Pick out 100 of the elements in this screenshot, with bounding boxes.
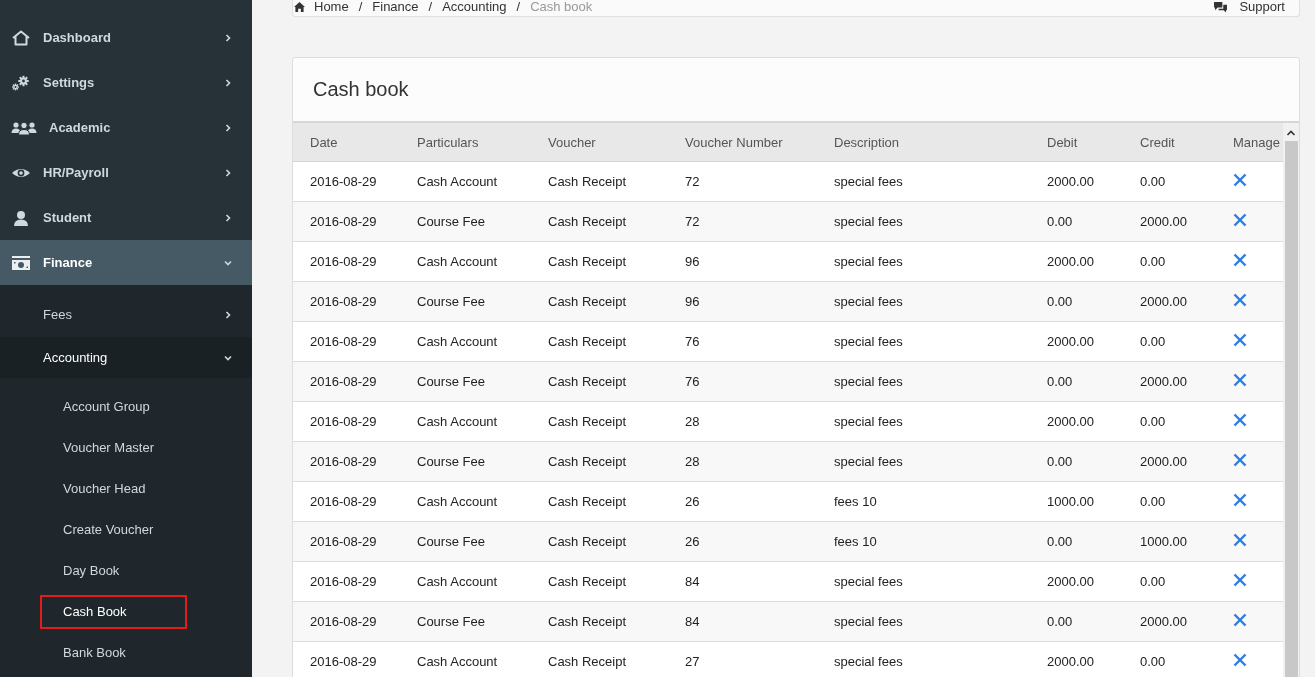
submenu-link[interactable]: Bank Book bbox=[40, 635, 187, 670]
table-cell: 28 bbox=[668, 441, 817, 482]
delete-icon[interactable] bbox=[1233, 532, 1247, 547]
delete-icon[interactable] bbox=[1233, 172, 1247, 187]
submenu-link[interactable]: Voucher Master bbox=[40, 430, 187, 465]
submenu-link[interactable]: Account Group bbox=[40, 389, 187, 424]
table-cell: special fees bbox=[817, 321, 1030, 362]
table-cell: special fees bbox=[817, 441, 1030, 482]
submenu-item[interactable]: Accounting bbox=[0, 337, 252, 378]
table-cell: Cash Receipt bbox=[531, 441, 668, 482]
sidebar-item[interactable]: Finance bbox=[0, 240, 252, 285]
submenu-item[interactable]: Fees bbox=[0, 293, 252, 337]
delete-icon[interactable] bbox=[1233, 252, 1247, 267]
table-cell: Cash Receipt bbox=[531, 561, 668, 602]
table-cell: Cash Account bbox=[400, 161, 531, 202]
column-header: Voucher Number bbox=[668, 123, 817, 162]
table-cell: 2016-08-29 bbox=[293, 441, 400, 482]
table-cell: special fees bbox=[817, 281, 1030, 322]
sidebar-item[interactable]: Dashboard bbox=[0, 15, 252, 60]
delete-icon[interactable] bbox=[1233, 492, 1247, 507]
submenu-link[interactable]: Create Voucher bbox=[40, 512, 187, 547]
caret-up-icon[interactable] bbox=[1286, 129, 1296, 137]
table-cell: 0.00 bbox=[1030, 361, 1123, 402]
users-icon bbox=[11, 119, 37, 136]
table-cell: 84 bbox=[668, 561, 817, 602]
table-cell: 28 bbox=[668, 401, 817, 442]
submenu-link[interactable]: Cash Book bbox=[40, 594, 187, 629]
column-header: Description bbox=[817, 123, 1030, 162]
table-cell: Course Fee bbox=[400, 361, 531, 402]
breadcrumb-link[interactable]: Home bbox=[314, 0, 349, 14]
chevron-right-icon bbox=[223, 122, 233, 133]
table-cell: Cash Account bbox=[400, 401, 531, 442]
scrollbar-thumb[interactable] bbox=[1284, 141, 1298, 677]
breadcrumb-link[interactable]: Accounting bbox=[442, 0, 507, 14]
delete-icon[interactable] bbox=[1233, 212, 1247, 227]
table-cell: Course Fee bbox=[400, 521, 531, 562]
table-cell: Cash Account bbox=[400, 241, 531, 282]
table-cell: special fees bbox=[817, 241, 1030, 282]
table-cell: 0.00 bbox=[1123, 241, 1216, 282]
support-link[interactable]: Support bbox=[1239, 0, 1285, 14]
chevron-right-icon bbox=[223, 167, 233, 178]
table-cell: 84 bbox=[668, 601, 817, 642]
chevron-right-icon bbox=[223, 32, 233, 43]
breadcrumb-link[interactable]: Finance bbox=[372, 0, 419, 14]
table-cell: Cash Receipt bbox=[531, 241, 668, 282]
table-cell: 0.00 bbox=[1030, 601, 1123, 642]
delete-icon[interactable] bbox=[1233, 652, 1247, 667]
column-header: Debit bbox=[1030, 123, 1123, 162]
table-cell: 1000.00 bbox=[1123, 521, 1216, 562]
delete-icon[interactable] bbox=[1233, 412, 1247, 427]
table-cell: 0.00 bbox=[1030, 281, 1123, 322]
breadcrumb-separator: / bbox=[516, 0, 521, 14]
table-cell: Course Fee bbox=[400, 201, 531, 242]
table-cell: 2000.00 bbox=[1030, 321, 1123, 362]
table-cell: 2000.00 bbox=[1123, 601, 1216, 642]
card-title: Cash book bbox=[313, 78, 409, 101]
delete-icon[interactable] bbox=[1233, 332, 1247, 347]
chevron-right-icon bbox=[223, 310, 233, 320]
table-cell: 2000.00 bbox=[1030, 241, 1123, 282]
table-cell: 2000.00 bbox=[1123, 441, 1216, 482]
submenu-link[interactable]: Voucher Head bbox=[40, 471, 187, 506]
table-cell: 2016-08-29 bbox=[293, 241, 400, 282]
user-icon bbox=[11, 209, 31, 226]
table-cell: special fees bbox=[817, 401, 1030, 442]
delete-icon[interactable] bbox=[1233, 372, 1247, 387]
table-cell: 96 bbox=[668, 281, 817, 322]
table-cell: special fees bbox=[817, 201, 1030, 242]
sidebar-item[interactable]: HR/Payroll bbox=[0, 150, 252, 195]
table-cell: 2016-08-29 bbox=[293, 521, 400, 562]
table-cell: Cash Receipt bbox=[531, 281, 668, 322]
table-cell: Cash Receipt bbox=[531, 401, 668, 442]
table-cell: 2016-08-29 bbox=[293, 561, 400, 602]
column-header: Date bbox=[293, 123, 400, 162]
sidebar-item[interactable]: Settings bbox=[0, 60, 252, 105]
table-cell: 0.00 bbox=[1123, 161, 1216, 202]
table-cell: 2016-08-29 bbox=[293, 481, 400, 522]
sidebar-item[interactable]: Academic bbox=[0, 105, 252, 150]
table-cell: 2000.00 bbox=[1123, 281, 1216, 322]
table-cell: special fees bbox=[817, 601, 1030, 642]
current-page-label: Cash book bbox=[530, 0, 593, 14]
submenu-link[interactable]: Day Book bbox=[40, 553, 187, 588]
table-cell: 26 bbox=[668, 521, 817, 562]
delete-icon[interactable] bbox=[1233, 292, 1247, 307]
table-cell: 2016-08-29 bbox=[293, 601, 400, 642]
delete-icon[interactable] bbox=[1233, 452, 1247, 467]
sidebar-item[interactable]: Student bbox=[0, 195, 252, 240]
chevron-right-icon bbox=[223, 212, 233, 223]
table-cell: Course Fee bbox=[400, 441, 531, 482]
table-cell: 0.00 bbox=[1030, 441, 1123, 482]
banknote-icon bbox=[11, 254, 31, 271]
delete-icon[interactable] bbox=[1233, 572, 1247, 587]
table-cell: 2016-08-29 bbox=[293, 361, 400, 402]
table-cell: 0.00 bbox=[1030, 201, 1123, 242]
table-cell: 0.00 bbox=[1123, 481, 1216, 522]
table-cell: Cash Receipt bbox=[531, 601, 668, 642]
table-cell: 72 bbox=[668, 161, 817, 202]
table-cell: special fees bbox=[817, 361, 1030, 402]
table-cell: Course Fee bbox=[400, 281, 531, 322]
table-cell: 76 bbox=[668, 361, 817, 402]
delete-icon[interactable] bbox=[1233, 612, 1247, 627]
